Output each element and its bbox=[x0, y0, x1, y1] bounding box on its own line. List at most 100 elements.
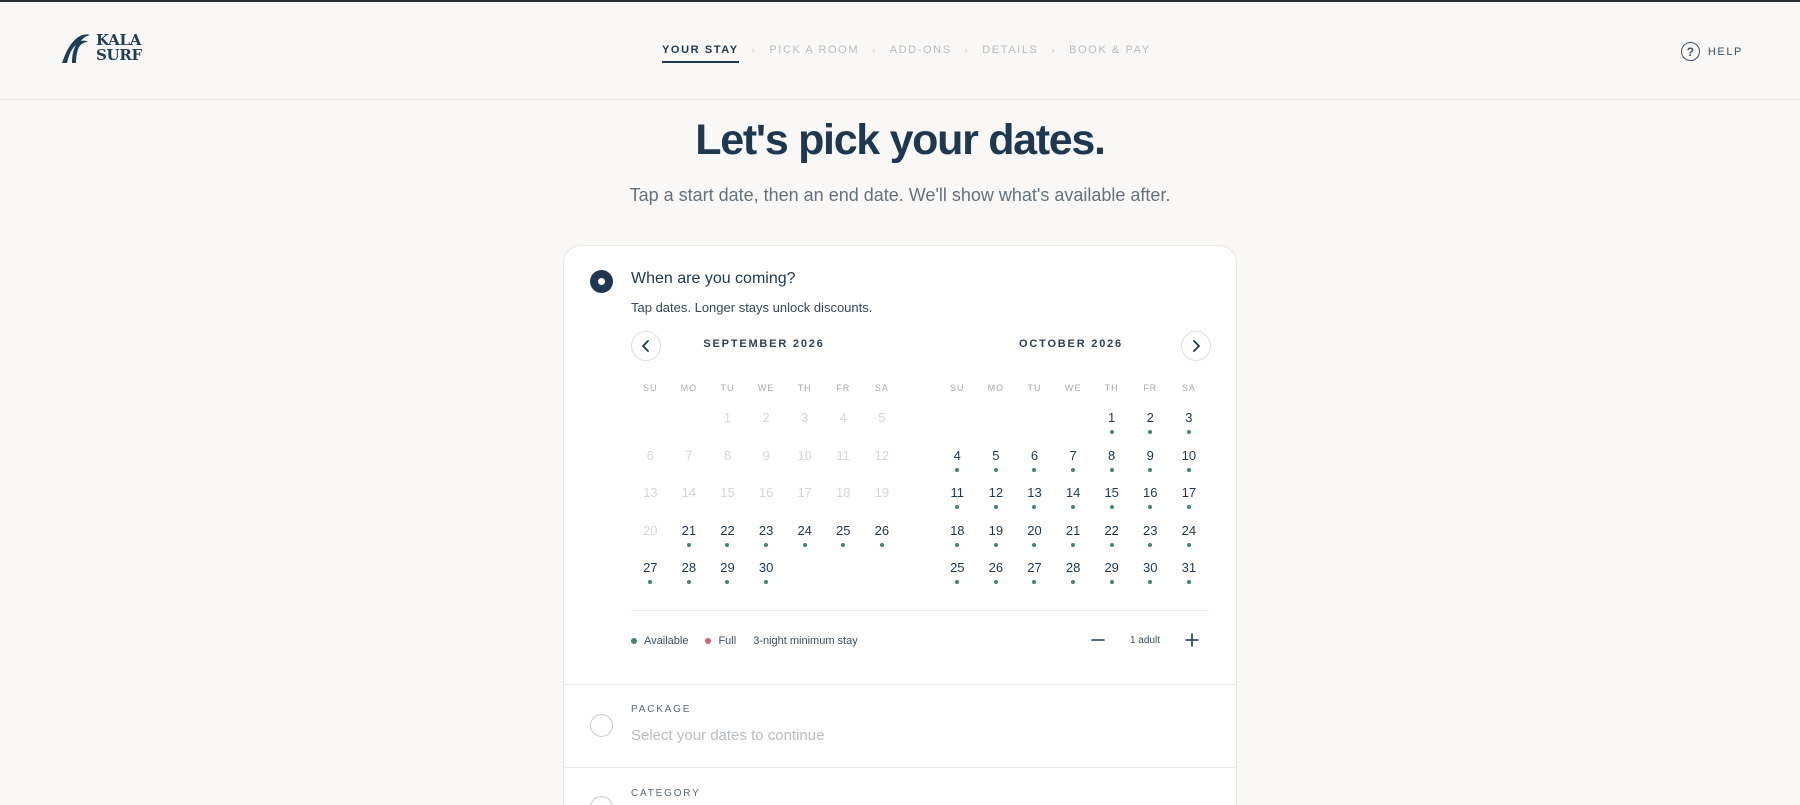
weekday-label: WE bbox=[1064, 383, 1082, 393]
calendar-day-available[interactable]: 22 bbox=[708, 523, 747, 561]
weekday-label: TU bbox=[720, 383, 735, 393]
weekday-label: SA bbox=[874, 383, 889, 393]
calendar-day-available[interactable]: 25 bbox=[824, 523, 863, 561]
calendar-day-available[interactable]: 23 bbox=[747, 523, 786, 561]
page-title: Let's pick your dates. bbox=[695, 116, 1106, 164]
calendar-day-available[interactable]: 7 bbox=[1054, 448, 1093, 486]
calendar-day-available[interactable]: 30 bbox=[747, 560, 786, 598]
calendar-day-available[interactable]: 14 bbox=[1054, 485, 1093, 523]
calendar-grid-september: 1 2 3 4 5 6 7 8 9 10 11 12 13 14 15 16 17 18 19 20 21 22 23 24 2… bbox=[631, 410, 901, 598]
calendar-day-available[interactable]: 24 bbox=[785, 523, 824, 561]
calendar-day-available[interactable]: 12 bbox=[977, 485, 1016, 523]
calendar-day-available[interactable]: 29 bbox=[1092, 560, 1131, 598]
calendar-day-available[interactable]: 23 bbox=[1131, 523, 1170, 561]
minus-icon bbox=[1091, 639, 1105, 641]
calendar-day-available[interactable]: 29 bbox=[708, 560, 747, 598]
weekday-header: SU MO TU WE TH FR SA bbox=[938, 383, 1208, 393]
section-divider bbox=[564, 684, 1236, 685]
step-pick-a-room[interactable]: PICK A ROOM bbox=[769, 44, 859, 56]
calendar-day-available[interactable]: 18 bbox=[938, 523, 977, 561]
step-separator-icon: › bbox=[1051, 45, 1057, 55]
calendar-day-disabled: 5 bbox=[878, 410, 886, 425]
calendar-day-available[interactable]: 28 bbox=[1054, 560, 1093, 598]
legend-min-stay: 3-night minimum stay bbox=[753, 635, 858, 647]
step-book-and-pay[interactable]: BOOK & PAY bbox=[1069, 44, 1151, 56]
calendar-week: 27 28 29 30 bbox=[631, 560, 901, 598]
calendar-day-available[interactable]: 27 bbox=[1015, 560, 1054, 598]
category-step-radio[interactable] bbox=[590, 796, 613, 805]
calendar-week: 25 26 27 28 29 30 31 bbox=[938, 560, 1208, 598]
calendar-day-available[interactable]: 6 bbox=[1015, 448, 1054, 486]
calendar-day-available[interactable]: 28 bbox=[670, 560, 709, 598]
calendar-day-available[interactable]: 17 bbox=[1170, 485, 1209, 523]
calendar-day-available[interactable]: 11 bbox=[938, 485, 977, 523]
weekday-label: TU bbox=[1027, 383, 1042, 393]
dates-step-radio[interactable] bbox=[590, 270, 613, 293]
weekday-label: TH bbox=[797, 383, 812, 393]
calendar-week: 1 2 3 4 5 bbox=[631, 410, 901, 448]
calendar-day-available[interactable]: 21 bbox=[670, 523, 709, 561]
guest-stepper: 1 adult bbox=[1084, 626, 1206, 654]
calendar-empty-cell bbox=[670, 410, 709, 448]
calendar-day-available[interactable]: 20 bbox=[1015, 523, 1054, 561]
calendar-day-available[interactable]: 16 bbox=[1131, 485, 1170, 523]
month-title-september: SEPTEMBER 2026 bbox=[703, 338, 825, 350]
help-label: HELP bbox=[1707, 45, 1743, 58]
calendar-week: 11 12 13 14 15 16 17 bbox=[938, 485, 1208, 523]
calendar-day-available[interactable]: 4 bbox=[938, 448, 977, 486]
step-separator-icon: › bbox=[964, 45, 970, 55]
help-button[interactable]: ? HELP bbox=[1680, 42, 1743, 61]
calendar-day-available[interactable]: 3 bbox=[1170, 410, 1209, 448]
calendar-day-available[interactable]: 1 bbox=[1092, 410, 1131, 448]
step-add-ons[interactable]: ADD-ONS bbox=[890, 44, 952, 56]
calendar-day-disabled: 9 bbox=[762, 447, 770, 463]
step-details[interactable]: DETAILS bbox=[982, 44, 1038, 56]
legend-min-stay-label: 3-night minimum stay bbox=[753, 635, 858, 647]
calendar-empty-cell bbox=[1015, 410, 1054, 448]
calendar-day-available[interactable]: 25 bbox=[938, 560, 977, 598]
calendar-day-disabled: 4 bbox=[839, 410, 847, 425]
availability-legend: Available Full 3-night minimum stay bbox=[631, 635, 875, 647]
calendar-day-available[interactable]: 24 bbox=[1170, 523, 1209, 561]
calendar-day-available[interactable]: 2 bbox=[1131, 410, 1170, 448]
calendar-day-available[interactable]: 21 bbox=[1054, 523, 1093, 561]
calendar-day-available[interactable]: 19 bbox=[977, 523, 1016, 561]
calendar-day-available[interactable]: 30 bbox=[1131, 560, 1170, 598]
weekday-label: WE bbox=[757, 383, 775, 393]
brand-line-2: SURF bbox=[96, 46, 142, 64]
calendar-day-available[interactable]: 31 bbox=[1170, 560, 1209, 598]
calendar-day-available[interactable]: 10 bbox=[1170, 448, 1209, 486]
calendar-day-available[interactable]: 8 bbox=[1092, 448, 1131, 486]
calendar-week: 123 bbox=[938, 410, 1208, 448]
calendar-week: 20 21 22 23 24 25 26 bbox=[631, 523, 901, 561]
calendar-empty-cell bbox=[863, 560, 902, 598]
package-step-radio[interactable] bbox=[590, 714, 613, 737]
calendar-day-available[interactable]: 15 bbox=[1092, 485, 1131, 523]
increase-guests-button[interactable] bbox=[1178, 626, 1206, 654]
calendar-day-available[interactable]: 27 bbox=[631, 560, 670, 598]
calendar-day-disabled: 8 bbox=[723, 447, 732, 463]
calendar-day-available[interactable]: 26 bbox=[977, 560, 1016, 598]
calendar-day-available[interactable]: 26 bbox=[863, 523, 902, 561]
calendar-week: 13 14 15 16 17 18 19 bbox=[631, 485, 901, 523]
calendar-day-disabled: 16 bbox=[758, 485, 774, 500]
calendar-day-disabled: 13 bbox=[643, 485, 658, 500]
calendar-day-available[interactable]: 9 bbox=[1131, 448, 1170, 486]
decrease-guests-button[interactable] bbox=[1084, 626, 1112, 654]
calendar-day-available[interactable]: 22 bbox=[1092, 523, 1131, 561]
brand-logo[interactable]: KALA SURF bbox=[60, 32, 142, 64]
calendar-empty-cell bbox=[1054, 410, 1093, 448]
calendar-grid-october: 1 2 3 4 5 6 7 8 9 10 11 12 13 14 15 16 17 18 19 20 21 22 23 24 2… bbox=[938, 410, 1208, 598]
calendar-day-disabled: 1 bbox=[723, 410, 732, 425]
month-title-october: OCTOBER 2026 bbox=[1019, 338, 1123, 350]
calendar-day-available[interactable]: 13 bbox=[1015, 485, 1054, 523]
calendar-day-available[interactable]: 5 bbox=[977, 448, 1016, 486]
package-placeholder[interactable]: Select your dates to continue bbox=[631, 727, 824, 744]
step-separator-icon: › bbox=[872, 45, 877, 55]
weekday-label: FR bbox=[1143, 383, 1158, 393]
weekday-label: SU bbox=[950, 383, 965, 393]
question-circle-icon: ? bbox=[1680, 42, 1700, 61]
calendar-empty-cell bbox=[631, 410, 670, 448]
step-your-stay[interactable]: YOUR STAY bbox=[662, 44, 739, 63]
calendar-day-disabled: 20 bbox=[643, 522, 658, 538]
